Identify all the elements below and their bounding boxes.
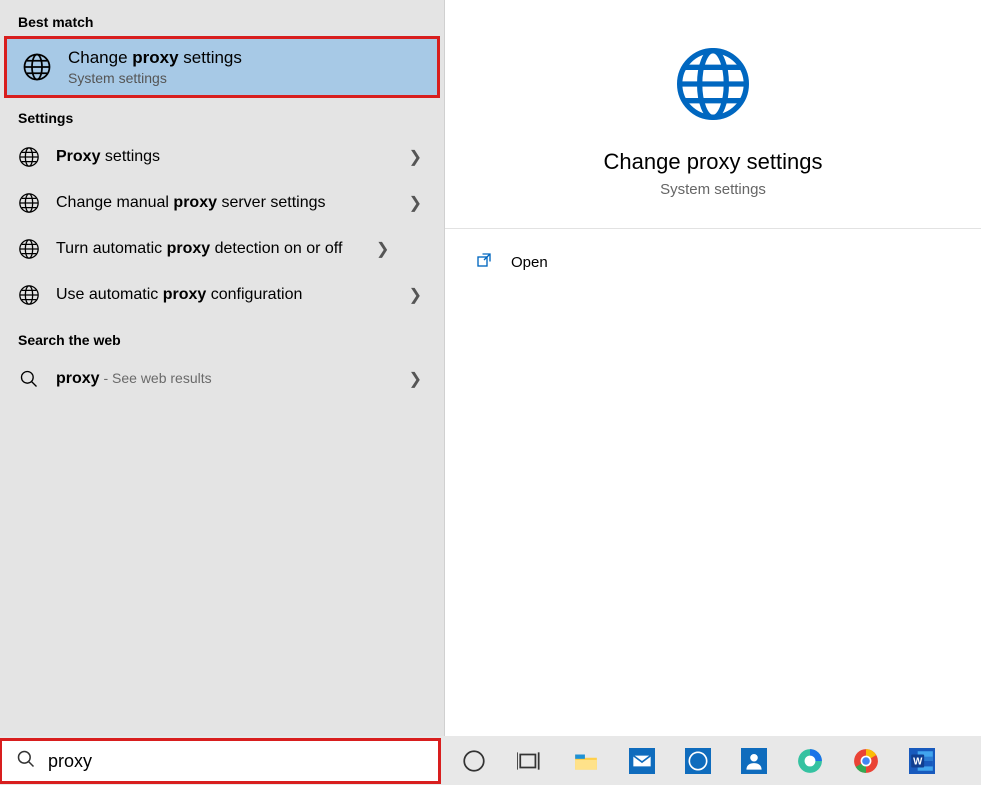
open-action[interactable]: Open [445, 229, 981, 296]
chrome-button[interactable] [842, 739, 890, 783]
globe-icon [18, 192, 40, 214]
settings-header: Settings [0, 96, 444, 134]
contacts-button[interactable] [730, 739, 778, 783]
results-pane: Best match Change proxy settings System … [0, 0, 444, 736]
chevron-right-icon[interactable]: ❯ [405, 285, 426, 305]
mail-icon [627, 746, 657, 776]
dell-icon [683, 746, 713, 776]
folder-icon [571, 746, 601, 776]
taskbar-search-box[interactable] [0, 739, 440, 783]
settings-item-label: Proxy settings [56, 146, 389, 168]
svg-text:W: W [913, 756, 923, 767]
preview-title: Change proxy settings [604, 149, 823, 175]
globe-icon [18, 146, 40, 168]
dell-app-button[interactable] [674, 739, 722, 783]
chevron-right-icon[interactable]: ❯ [372, 239, 393, 259]
settings-item-proxy-settings[interactable]: Proxy settings ❯ [0, 134, 444, 180]
task-view-button[interactable] [506, 739, 554, 783]
preview-subtitle: System settings [660, 181, 766, 198]
taskbar: W [0, 736, 981, 785]
search-web-header: Search the web [0, 318, 444, 356]
best-match-result[interactable]: Change proxy settings System settings [6, 38, 438, 96]
open-label: Open [511, 254, 548, 271]
search-icon [16, 749, 36, 774]
search-input[interactable] [48, 751, 424, 772]
globe-icon [18, 284, 40, 306]
open-icon [475, 251, 493, 274]
word-button[interactable]: W [898, 739, 946, 783]
best-match-subtitle: System settings [68, 70, 242, 86]
preview-pane: Change proxy settings System settings Op… [444, 0, 981, 736]
settings-item-label: Change manual proxy server settings [56, 192, 389, 214]
web-result-label: proxy - See web results [56, 368, 389, 390]
file-explorer-button[interactable] [562, 739, 610, 783]
best-match-text: Change proxy settings System settings [68, 48, 242, 86]
globe-icon [673, 44, 753, 129]
settings-item-manual-proxy[interactable]: Change manual proxy server settings ❯ [0, 180, 444, 226]
search-icon [18, 368, 40, 390]
chevron-right-icon[interactable]: ❯ [405, 369, 426, 389]
contacts-icon [739, 746, 769, 776]
search-flyout: Best match Change proxy settings System … [0, 0, 981, 736]
best-match-title: Change proxy settings [68, 48, 242, 68]
taskbar-icons: W [440, 739, 946, 783]
best-match-header: Best match [0, 0, 444, 38]
preview-header: Change proxy settings System settings [445, 0, 981, 229]
settings-item-label: Turn automatic proxy detection on or off [56, 238, 356, 260]
web-result-proxy[interactable]: proxy - See web results ❯ [0, 356, 444, 402]
globe-icon [22, 52, 52, 82]
edge-button[interactable] [786, 739, 834, 783]
mail-button[interactable] [618, 739, 666, 783]
settings-item-auto-detection[interactable]: Turn automatic proxy detection on or off… [0, 226, 444, 272]
settings-item-auto-config[interactable]: Use automatic proxy configuration ❯ [0, 272, 444, 318]
settings-item-label: Use automatic proxy configuration [56, 284, 389, 306]
chrome-icon [851, 746, 881, 776]
cortana-button[interactable] [450, 739, 498, 783]
globe-icon [18, 238, 40, 260]
edge-icon [795, 746, 825, 776]
word-icon: W [907, 746, 937, 776]
chevron-right-icon[interactable]: ❯ [405, 193, 426, 213]
chevron-right-icon[interactable]: ❯ [405, 147, 426, 167]
